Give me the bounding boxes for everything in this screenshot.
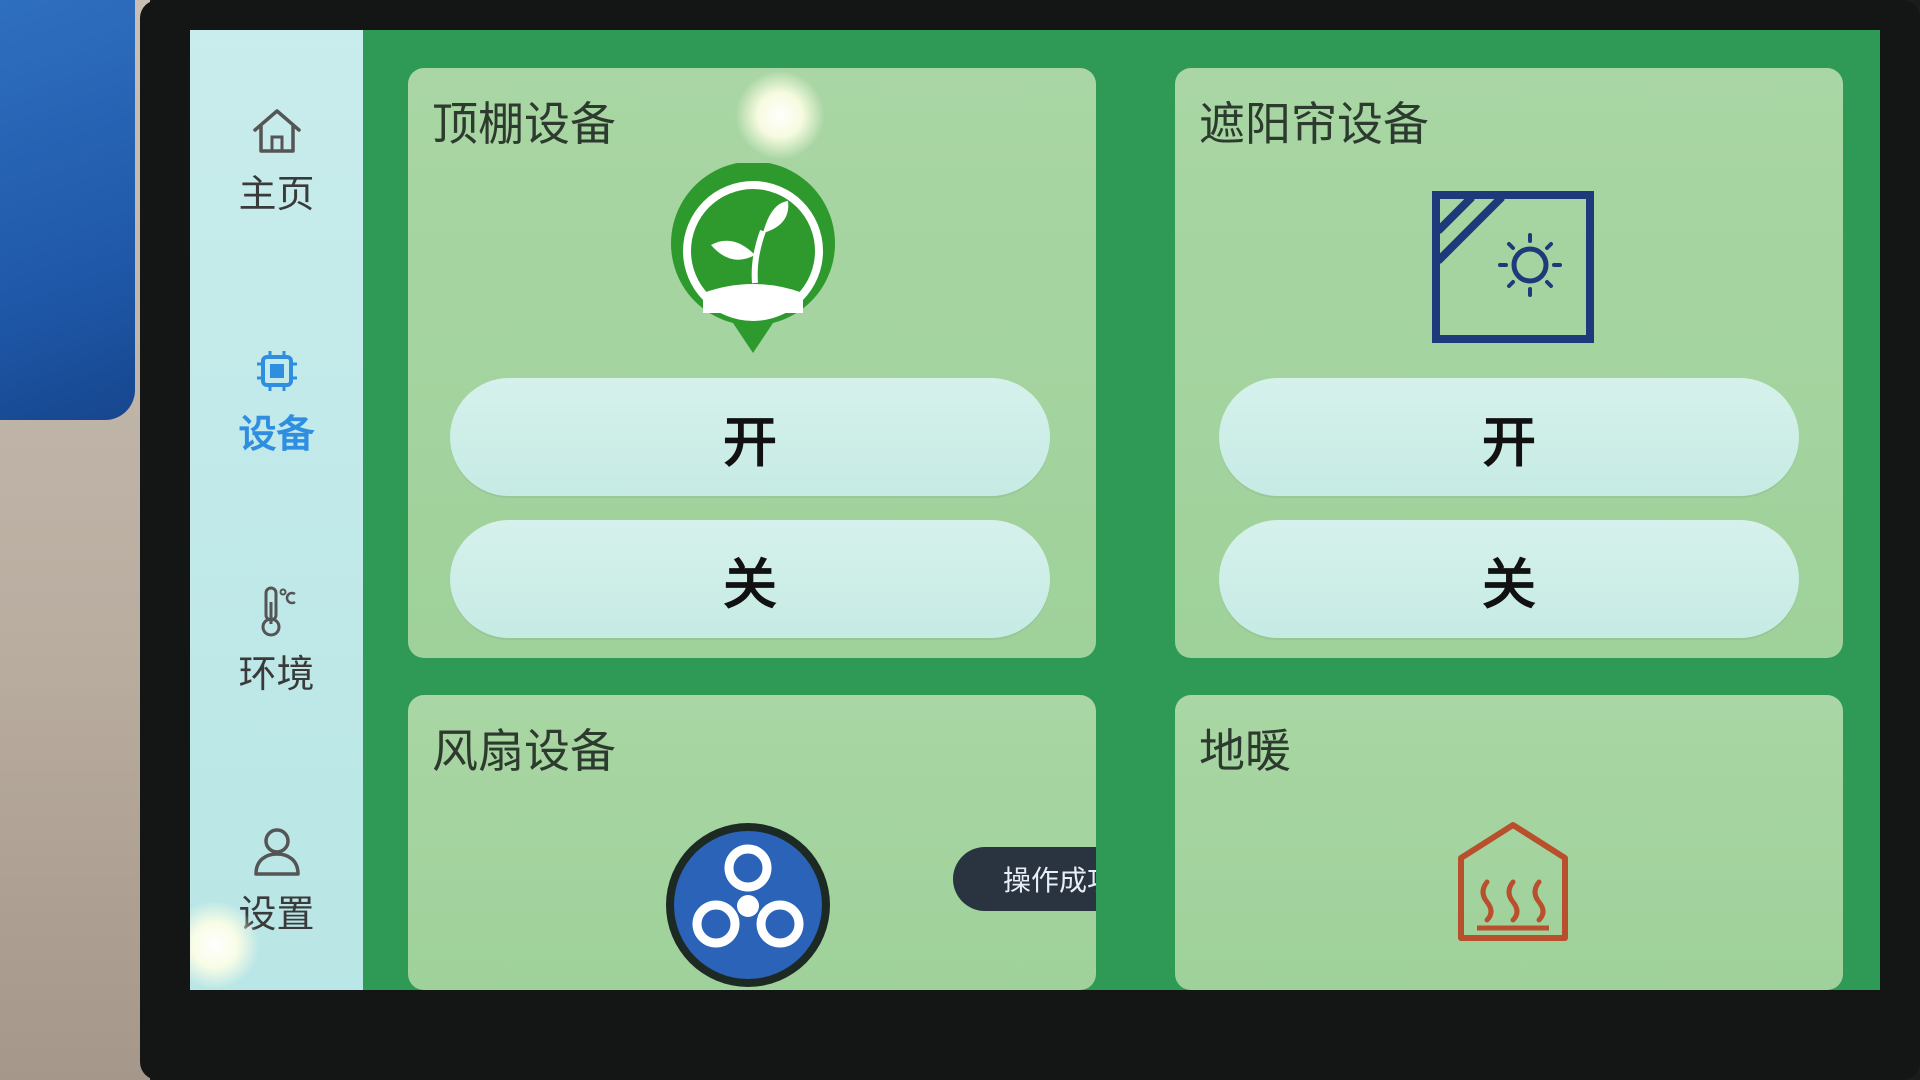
device-grid: 顶棚设备 开 关 遮阳帘设备 开 关 风扇设备 操作成 地暖: [363, 30, 1880, 990]
ceiling-off-button[interactable]: 关: [450, 520, 1050, 638]
sun-window-icon: [1432, 191, 1594, 343]
card-title: 地暖: [1199, 724, 1291, 778]
card-ceiling: 顶棚设备 开 关: [408, 68, 1096, 658]
light-glare: [735, 70, 825, 160]
nav-label-devices: 设备: [238, 411, 315, 456]
card-shade: 遮阳帘设备 开 关: [1175, 68, 1843, 658]
ceiling-on-button[interactable]: 开: [450, 378, 1050, 496]
toast-success: 操作成功: [953, 847, 1096, 911]
touch-screen: 主页 设备 环境 设置 顶棚设备 开 关 遮阳帘设备 开 关 风扇设备 操作成 …: [190, 30, 1880, 990]
card-floor-heating: 地暖: [1175, 695, 1843, 990]
shade-off-button[interactable]: 关: [1219, 520, 1799, 638]
home-icon: [249, 103, 305, 159]
nav-item-home[interactable]: 主页: [190, 90, 363, 230]
nav-item-devices[interactable]: 设备: [190, 330, 363, 470]
heated-house-icon[interactable]: [1453, 820, 1573, 945]
nav-label-home: 主页: [238, 171, 315, 216]
card-title: 风扇设备: [432, 724, 616, 778]
sidebar: 主页 设备 环境 设置: [190, 30, 363, 990]
nav-label-environment: 环境: [238, 651, 315, 696]
user-icon: [249, 823, 305, 879]
nav-item-environment[interactable]: 环境: [190, 570, 363, 710]
blue-object: [0, 0, 135, 420]
shade-on-button[interactable]: 开: [1219, 378, 1799, 496]
card-title: 顶棚设备: [432, 97, 616, 151]
fan-icon[interactable]: [663, 820, 833, 990]
thermometer-icon: [249, 583, 305, 639]
sprout-pin-icon: [663, 161, 843, 363]
card-title: 遮阳帘设备: [1199, 97, 1429, 151]
chip-icon: [249, 343, 305, 399]
card-fan: 风扇设备 操作成功: [408, 695, 1096, 990]
